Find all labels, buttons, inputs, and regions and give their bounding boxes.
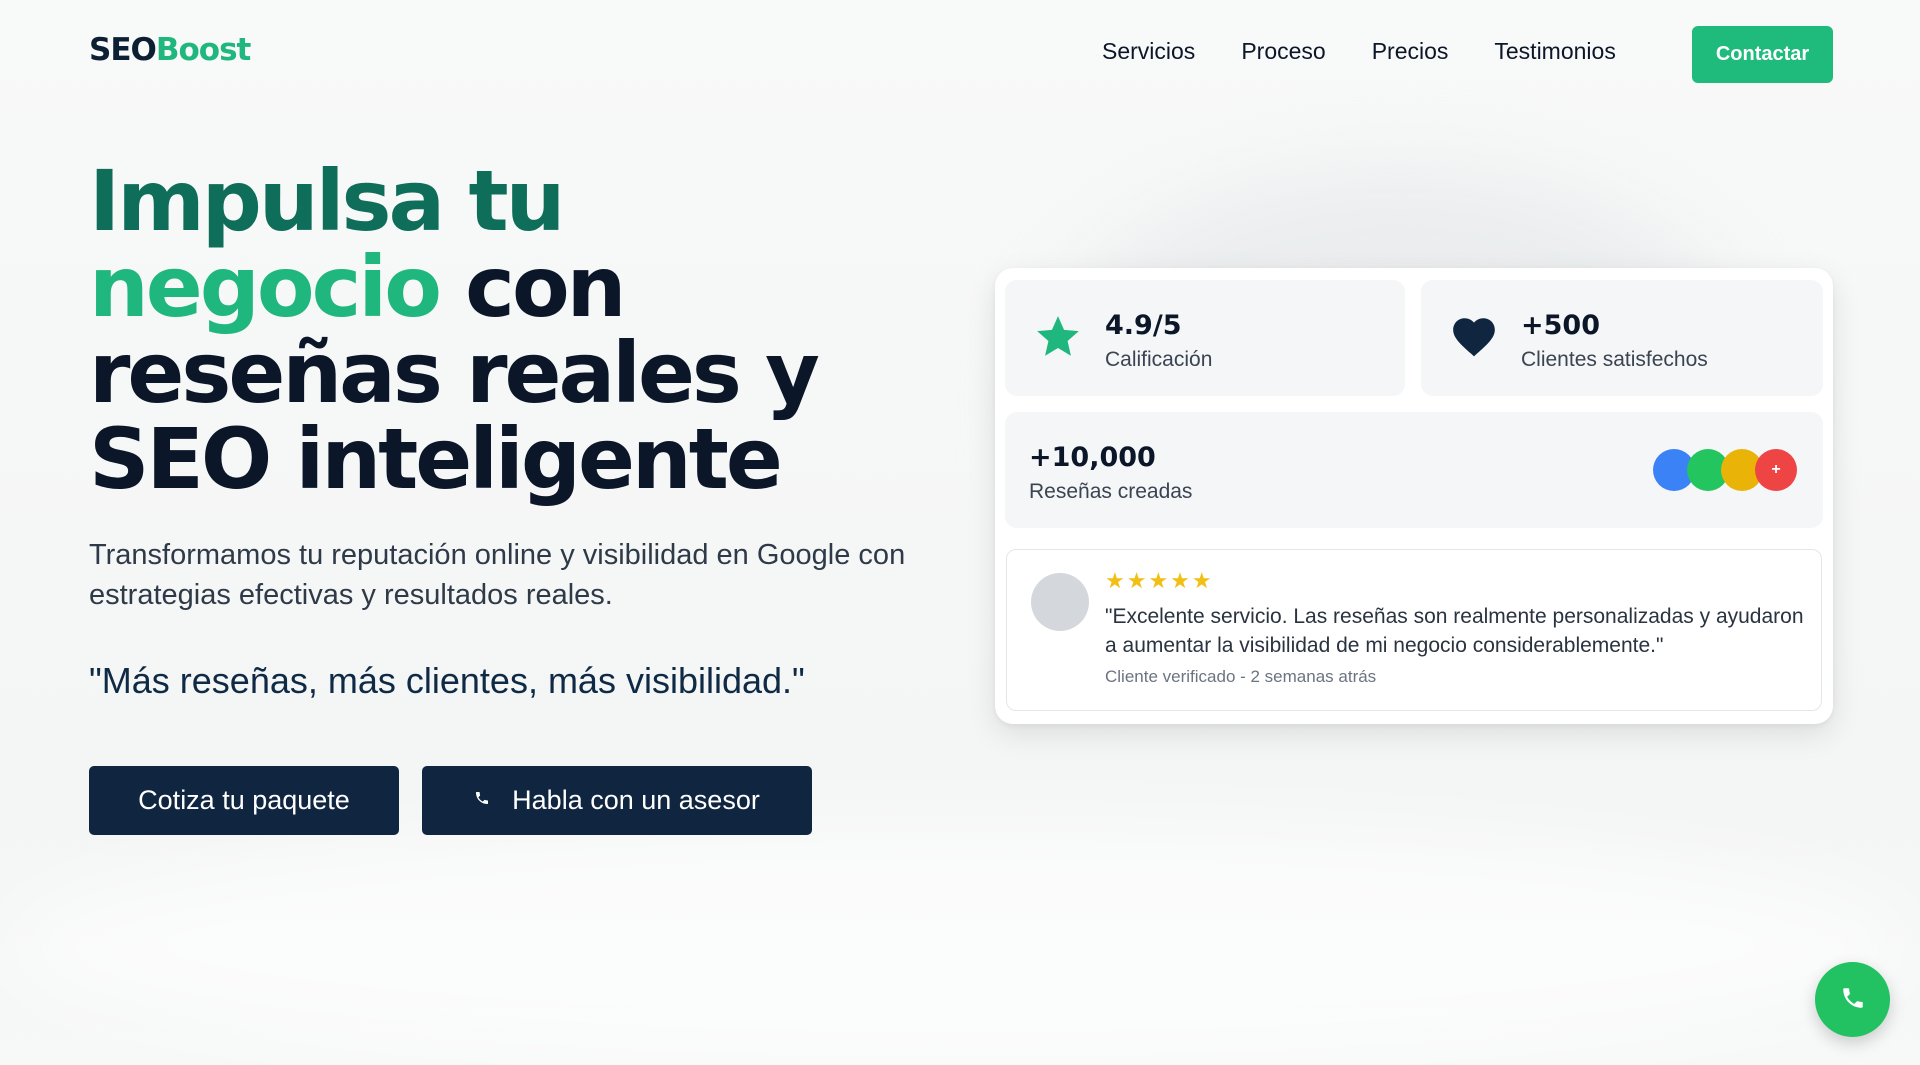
rating-label: Calificación [1105,348,1213,371]
review-text: "Excelente servicio. Las reseñas son rea… [1105,605,1804,657]
quote-package-button[interactable]: Cotiza tu paquete [89,766,399,835]
nav-item-precios[interactable]: Precios [1372,38,1449,65]
contact-button[interactable]: Contactar [1692,26,1833,83]
star-icon [1033,312,1083,362]
clients-label: Clientes satisfechos [1521,348,1708,371]
stat-reviews: +10,000 Reseñas creadas + [1005,412,1823,528]
reviews-label: Reseñas creadas [1029,480,1193,503]
talk-to-advisor-label: Habla con un asesor [512,785,760,815]
review-stars: ★★★★★ [1105,568,1214,593]
avatar-more: + [1755,449,1797,491]
quote-package-label: Cotiza tu paquete [138,785,350,815]
site-header: SEOBoost Servicios Proceso Precios Testi… [0,0,1920,108]
phone-icon [474,790,490,811]
hero-subtitle: Transformamos tu reputación online y vis… [89,539,906,611]
phone-icon [1840,985,1866,1014]
nav-item-testimonios[interactable]: Testimonios [1494,38,1615,65]
heart-icon [1449,312,1499,362]
main-nav: Servicios Proceso Precios Testimonios [1102,38,1662,65]
stat-clients: +500 Clientes satisfechos [1421,280,1823,396]
rating-value: 4.9/5 [1105,310,1182,341]
reviews-value: +10,000 [1029,442,1156,473]
stat-rating: 4.9/5 Calificación [1005,280,1405,396]
reviewer-avatar [1031,573,1089,631]
stats-card: 4.9/5 Calificación +500 Clientes satisfe… [995,268,1833,724]
nav-item-proceso[interactable]: Proceso [1241,38,1325,65]
clients-value: +500 [1521,310,1600,341]
hero-title-part2: tu [468,152,565,250]
logo[interactable]: SEOBoost [89,32,251,68]
avatar-group: + [1653,449,1797,491]
background-glow [0,820,1920,1065]
logo-boost: Boost [155,32,251,68]
nav-item-servicios[interactable]: Servicios [1102,38,1195,65]
hero-title-part3: negocio [89,238,442,336]
talk-to-advisor-button[interactable]: Habla con un asesor [422,766,812,835]
review-card: ★★★★★ "Excelente servicio. Las reseñas s… [1006,549,1822,711]
hero-title-part1: Impulsa [89,152,445,250]
logo-seo: SEO [89,32,157,68]
floating-call-button[interactable] [1815,962,1890,1037]
review-meta: Cliente verificado - 2 semanas atrás [1105,667,1377,686]
hero-title: Impulsa tu negocio con reseñas reales y … [89,158,949,502]
hero-quote: "Más reseñas, más clientes, más visibili… [89,660,805,701]
